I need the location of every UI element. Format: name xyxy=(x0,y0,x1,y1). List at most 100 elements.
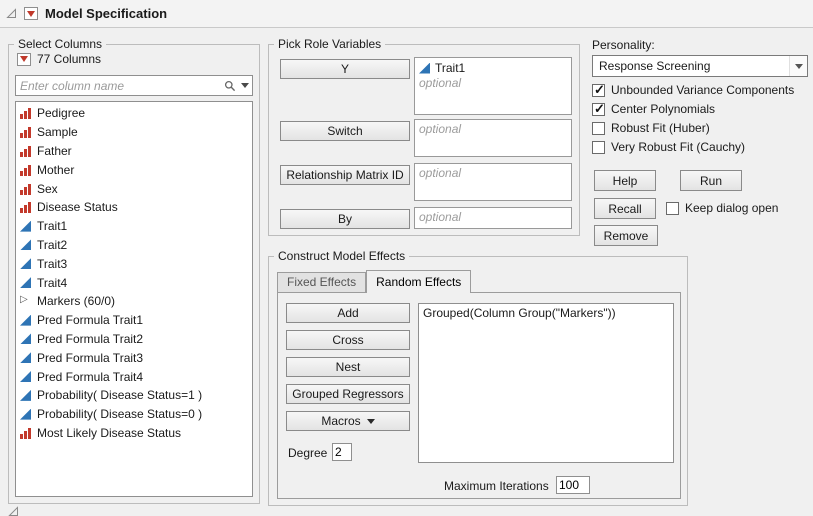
column-label: Pred Formula Trait1 xyxy=(37,313,143,327)
by-role-button-label: By xyxy=(338,212,352,226)
continuous-column-icon xyxy=(20,390,31,401)
column-label: Pedigree xyxy=(37,106,85,120)
y-role-box[interactable]: Trait1 optional xyxy=(414,57,572,115)
nominal-column-icon xyxy=(20,145,31,157)
list-item[interactable]: Father xyxy=(16,142,252,161)
continuous-column-icon xyxy=(20,409,31,420)
personality-select[interactable]: Response Screening xyxy=(592,55,808,77)
continuous-column-icon xyxy=(20,352,31,363)
list-item[interactable]: Markers (60/0) xyxy=(16,292,252,311)
list-item[interactable]: Sample xyxy=(16,123,252,142)
nominal-column-icon xyxy=(20,427,31,439)
checkbox-icon[interactable] xyxy=(592,122,605,135)
column-search-input[interactable] xyxy=(16,77,224,95)
help-button[interactable]: Help xyxy=(594,170,656,191)
relationship-matrix-id-role-box[interactable]: optional xyxy=(414,163,572,201)
list-item[interactable]: Pred Formula Trait2 xyxy=(16,330,252,349)
column-label: Markers (60/0) xyxy=(37,294,115,308)
macros-button-label: Macros xyxy=(321,414,360,428)
checkbox-unbounded-variance[interactable]: Unbounded Variance Components xyxy=(592,83,794,97)
checkbox-center-polynomials[interactable]: Center Polynomials xyxy=(592,102,715,116)
continuous-column-icon xyxy=(20,239,31,250)
y-role-button[interactable]: Y xyxy=(280,59,410,79)
search-filter-dropdown-icon[interactable] xyxy=(241,83,249,88)
list-item[interactable]: Trait3 xyxy=(16,254,252,273)
nominal-column-icon xyxy=(20,183,31,195)
maximum-iterations-input[interactable] xyxy=(556,476,590,494)
switch-role-box[interactable]: optional xyxy=(414,119,572,157)
checkbox-icon[interactable] xyxy=(592,84,605,97)
columns-red-triangle-menu-icon[interactable] xyxy=(17,53,31,66)
combo-arrow-zone[interactable] xyxy=(789,56,807,76)
page-title: Model Specification xyxy=(45,6,167,21)
list-item[interactable]: Trait4 xyxy=(16,273,252,292)
search-icon[interactable] xyxy=(224,80,236,92)
list-item[interactable]: Mother xyxy=(16,160,252,179)
continuous-column-icon xyxy=(20,221,31,232)
checkbox-icon[interactable] xyxy=(666,202,679,215)
nest-button[interactable]: Nest xyxy=(286,357,410,377)
y-role-value-label: Trait1 xyxy=(435,61,465,75)
grouped-regressors-button[interactable]: Grouped Regressors xyxy=(286,384,410,404)
list-item[interactable]: Pred Formula Trait4 xyxy=(16,367,252,386)
y-role-value[interactable]: Trait1 xyxy=(419,60,567,76)
switch-role-button[interactable]: Switch xyxy=(280,121,410,141)
continuous-column-icon xyxy=(20,315,31,326)
by-role-button[interactable]: By xyxy=(280,209,410,229)
optional-hint: optional xyxy=(419,210,567,224)
checkbox-robust-fit-huber[interactable]: Robust Fit (Huber) xyxy=(592,121,710,135)
list-item[interactable]: Most Likely Disease Status xyxy=(16,424,252,443)
list-item[interactable]: Probability( Disease Status=1 ) xyxy=(16,386,252,405)
nominal-column-icon xyxy=(20,126,31,138)
relationship-matrix-id-role-button[interactable]: Relationship Matrix ID xyxy=(280,165,410,185)
chevron-down-icon xyxy=(795,64,803,69)
recall-button[interactable]: Recall xyxy=(594,198,656,219)
checkbox-icon[interactable] xyxy=(592,141,605,154)
degree-input[interactable] xyxy=(332,443,352,461)
select-columns-panel: Select Columns 77 Columns Pedigree Sampl… xyxy=(8,44,260,504)
checkbox-icon[interactable] xyxy=(592,103,605,116)
maximum-iterations-label: Maximum Iterations xyxy=(444,479,549,493)
list-item[interactable]: Trait2 xyxy=(16,236,252,255)
list-item[interactable]: Trait1 xyxy=(16,217,252,236)
degree-label: Degree xyxy=(288,446,327,460)
macros-button[interactable]: Macros xyxy=(286,411,410,431)
list-item[interactable]: Pred Formula Trait3 xyxy=(16,348,252,367)
list-item[interactable]: Pred Formula Trait1 xyxy=(16,311,252,330)
nominal-column-icon xyxy=(20,107,31,119)
list-item[interactable]: Disease Status xyxy=(16,198,252,217)
column-label: Disease Status xyxy=(37,200,118,214)
remove-button[interactable]: Remove xyxy=(594,225,658,246)
add-button[interactable]: Add xyxy=(286,303,410,323)
list-item[interactable]: Sex xyxy=(16,179,252,198)
expand-group-icon[interactable] xyxy=(20,295,31,307)
tab-fixed-effects[interactable]: Fixed Effects xyxy=(277,272,366,292)
checkbox-keep-dialog-open[interactable]: Keep dialog open xyxy=(666,201,778,215)
checkbox-very-robust-fit-cauchy[interactable]: Very Robust Fit (Cauchy) xyxy=(592,140,745,154)
columns-count-label: 77 Columns xyxy=(37,52,101,66)
column-label: Pred Formula Trait2 xyxy=(37,332,143,346)
column-label: Father xyxy=(37,144,72,158)
run-button[interactable]: Run xyxy=(680,170,742,191)
pick-role-variables-panel: Pick Role Variables Y Trait1 optional Sw… xyxy=(268,44,580,236)
list-item[interactable]: Probability( Disease Status=0 ) xyxy=(16,405,252,424)
continuous-column-icon xyxy=(419,63,430,74)
pick-role-variables-title: Pick Role Variables xyxy=(274,37,385,51)
list-item[interactable]: Pedigree xyxy=(16,104,252,123)
tab-random-effects[interactable]: Random Effects xyxy=(366,270,471,293)
run-button-label: Run xyxy=(700,174,722,188)
checkbox-label: Very Robust Fit (Cauchy) xyxy=(611,140,745,154)
model-effects-list[interactable]: Grouped(Column Group("Markers")) xyxy=(418,303,674,463)
checkbox-label: Center Polynomials xyxy=(611,102,715,116)
y-role-button-label: Y xyxy=(341,62,349,76)
add-button-label: Add xyxy=(337,306,358,320)
checkbox-label: Unbounded Variance Components xyxy=(611,83,794,97)
next-outline-disclosure-icon[interactable] xyxy=(8,506,19,516)
by-role-box[interactable]: optional xyxy=(414,207,572,229)
effect-item[interactable]: Grouped(Column Group("Markers")) xyxy=(423,306,669,320)
checkbox-label: Keep dialog open xyxy=(685,201,778,215)
column-label: Trait3 xyxy=(37,257,67,271)
cross-button[interactable]: Cross xyxy=(286,330,410,350)
outline-disclosure-icon[interactable] xyxy=(6,8,17,19)
red-triangle-menu-icon[interactable] xyxy=(24,7,38,20)
